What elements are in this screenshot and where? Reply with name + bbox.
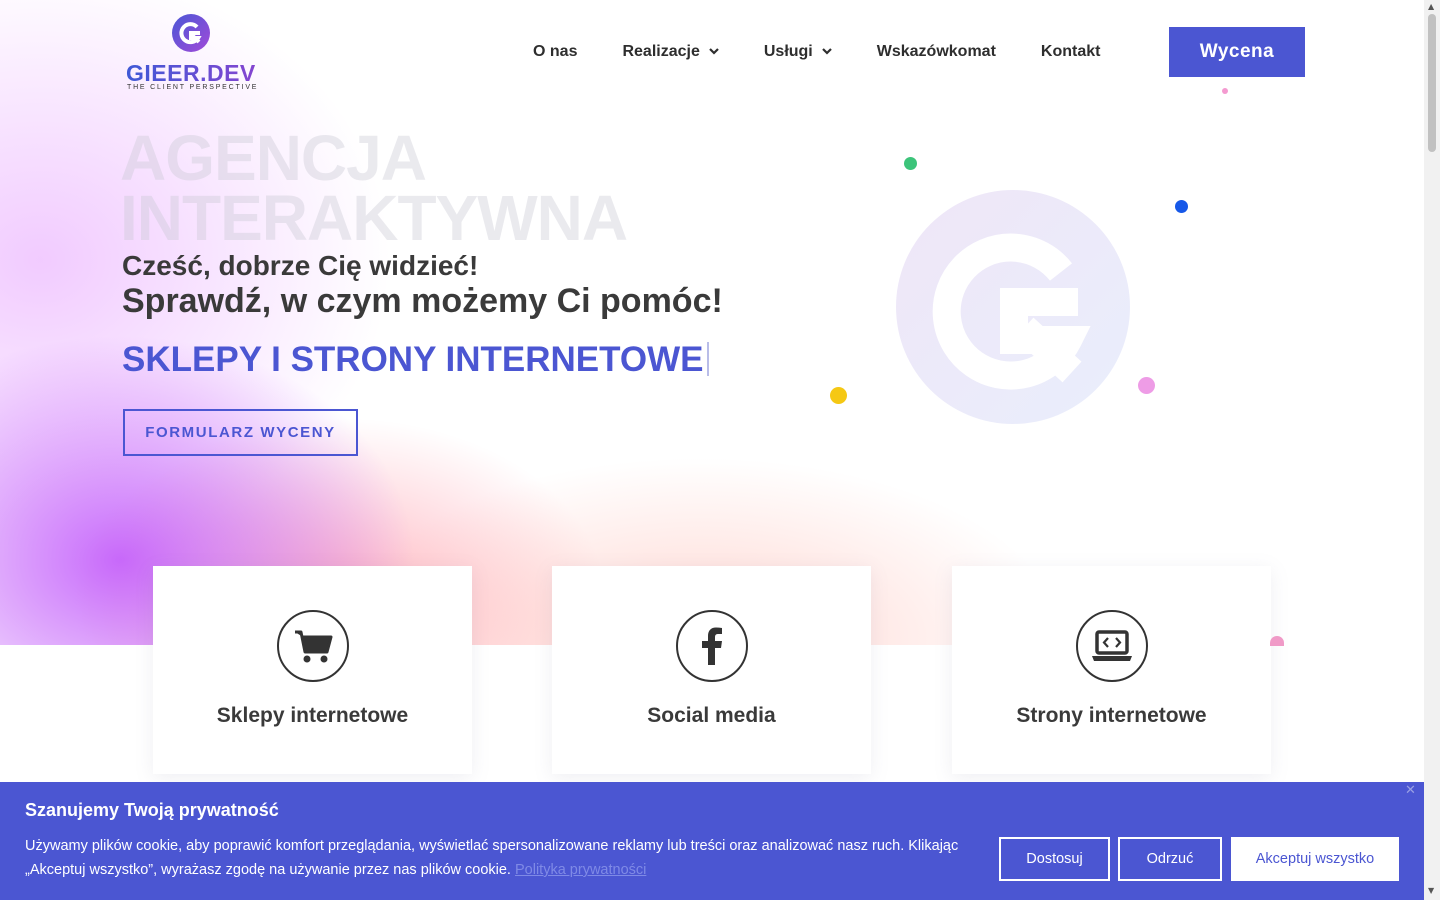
logo-tagline: THE CLIENT PERSPECTIVE bbox=[127, 84, 259, 91]
chevron-down-icon bbox=[821, 47, 832, 58]
main-nav: O nas Realizacje Usługi Wskazówkomat Kon… bbox=[533, 40, 1145, 64]
hero-background-title-line: AGENCJA bbox=[120, 122, 427, 194]
service-card-label: Sklepy internetowe bbox=[216, 704, 409, 727]
chevron-down-icon bbox=[709, 47, 719, 58]
decor-dot bbox=[1270, 636, 1284, 646]
nav-item-kontakt[interactable]: Kontakt bbox=[1041, 43, 1101, 61]
privacy-policy-link[interactable]: Polityka prywatności bbox=[515, 862, 646, 878]
hero-typed-text: SKLEPY I STRONY INTERNETOWE bbox=[122, 340, 710, 380]
cookie-accept-button[interactable]: Akceptuj wszystko bbox=[1231, 837, 1399, 881]
decor-dot bbox=[904, 157, 917, 170]
typed-text: SKLEPY I STRONY INTERNETOWE bbox=[122, 340, 704, 379]
nav-item-realizacje[interactable]: Realizacje bbox=[622, 43, 719, 61]
nav-item-uslugi[interactable]: Usługi bbox=[764, 43, 832, 61]
close-icon[interactable]: ✕ bbox=[1405, 783, 1416, 798]
nav-item-label: Wskazówkomat bbox=[876, 43, 996, 60]
hero-subheading: Sprawdź, w czym możemy Ci pomóc! bbox=[122, 282, 723, 320]
facebook-icon bbox=[675, 610, 748, 682]
service-card-label: Strony internetowe bbox=[1016, 704, 1207, 727]
service-card-websites[interactable]: Strony internetowe bbox=[952, 566, 1271, 774]
scroll-up-arrow-icon[interactable]: ▲ bbox=[1428, 2, 1434, 11]
quote-form-button[interactable]: FORMULARZ WYCENY bbox=[123, 409, 358, 456]
shopping-cart-icon bbox=[276, 610, 349, 682]
decor-dot bbox=[1138, 377, 1155, 394]
logo[interactable]: GIEER.DEV THE CLIENT PERSPECTIVE bbox=[126, 14, 256, 94]
decor-dot bbox=[1175, 200, 1188, 213]
logo-mark-icon bbox=[172, 14, 210, 52]
typing-caret bbox=[707, 342, 710, 376]
decor-dot bbox=[1222, 88, 1228, 94]
hero-background bbox=[0, 0, 1440, 645]
service-card-label: Social media bbox=[647, 704, 776, 727]
service-card-social-media[interactable]: Social media bbox=[552, 566, 871, 774]
decor-dot bbox=[830, 387, 847, 404]
nav-item-label: Usługi bbox=[763, 43, 813, 60]
nav-item-label: Realizacje bbox=[622, 43, 700, 60]
logo-text: GIEER.DEV bbox=[126, 60, 266, 87]
hero-greeting: Cześć, dobrze Cię widzieć! bbox=[122, 250, 479, 281]
nav-item-label: Kontakt bbox=[1040, 43, 1101, 60]
nav-item-wskazowkomat[interactable]: Wskazówkomat bbox=[877, 43, 996, 61]
cookie-description: Używamy plików cookie, aby poprawić komf… bbox=[25, 838, 959, 878]
scroll-down-arrow-icon[interactable]: ▼ bbox=[1428, 886, 1434, 895]
nav-item-label: O nas bbox=[533, 43, 578, 60]
hero-background-title: AGENCJA INTERAKTYWNA bbox=[120, 122, 720, 254]
cookie-customize-button[interactable]: Dostosuj bbox=[999, 837, 1110, 881]
hero-logo-graphic bbox=[896, 190, 1130, 424]
laptop-code-icon bbox=[1075, 610, 1148, 682]
hero-background-title-line: INTERAKTYWNA bbox=[120, 182, 628, 254]
quote-button[interactable]: Wycena bbox=[1169, 27, 1305, 77]
cookie-reject-button[interactable]: Odrzuć bbox=[1118, 837, 1222, 881]
cookie-text: Używamy plików cookie, aby poprawić komf… bbox=[25, 834, 965, 882]
nav-item-o-nas[interactable]: O nas bbox=[533, 43, 577, 61]
service-card-online-stores[interactable]: Sklepy internetowe bbox=[153, 566, 472, 774]
cookie-title: Szanujemy Twoją prywatność bbox=[25, 800, 279, 820]
scrollbar-thumb[interactable] bbox=[1428, 14, 1436, 152]
